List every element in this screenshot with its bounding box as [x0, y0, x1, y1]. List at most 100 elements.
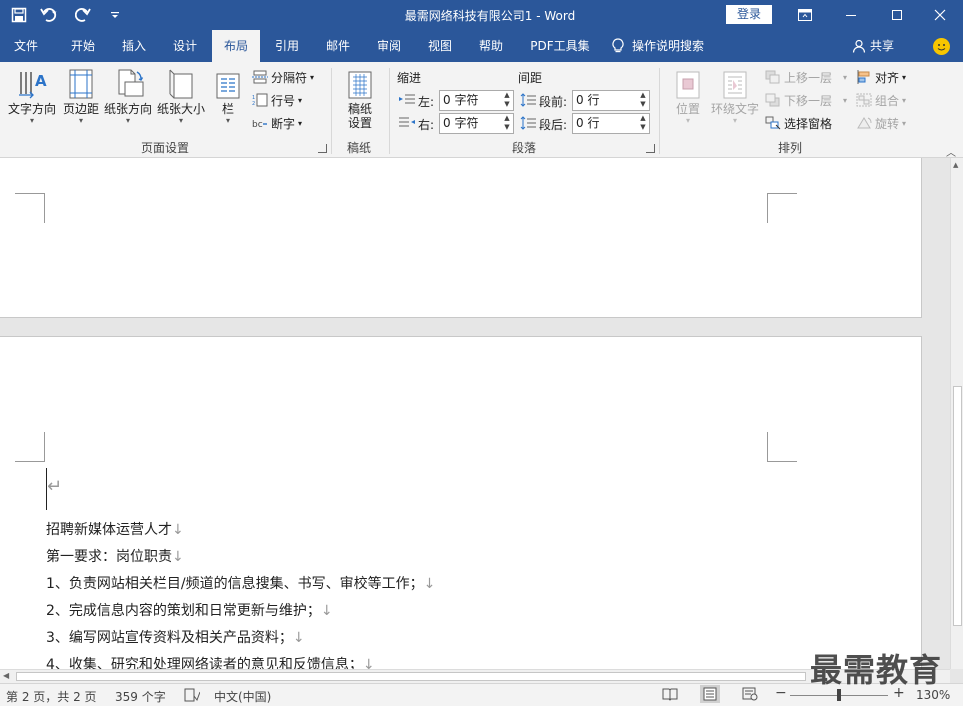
- spacing-after-input[interactable]: 0 行 ▲ ▼: [572, 113, 650, 134]
- doc-line[interactable]: 招聘新媒体运营人才↓: [46, 519, 184, 539]
- paragraph-launcher-icon[interactable]: [646, 144, 655, 153]
- login-button[interactable]: 登录: [726, 5, 772, 24]
- word-count[interactable]: 359 个字: [115, 688, 166, 705]
- margins-button[interactable]: 页边距 ▾: [56, 66, 106, 126]
- spacing-before-input[interactable]: 0 行 ▲ ▼: [572, 90, 650, 111]
- wrap-text-icon: [720, 68, 750, 100]
- doc-line[interactable]: 3、编写网站宣传资料及相关产品资料；↓: [46, 627, 305, 647]
- spacing-before-spinner[interactable]: ▲ ▼: [638, 91, 648, 110]
- paragraph-mark: ↓: [423, 576, 436, 592]
- tell-me-search[interactable]: 操作说明搜索: [612, 30, 724, 62]
- tab-design[interactable]: 设计: [161, 30, 209, 62]
- customize-qat-icon[interactable]: [102, 2, 128, 28]
- wrap-text-button[interactable]: 环绕文字 ▾: [708, 66, 762, 126]
- paper-size-button[interactable]: 纸张大小 ▾: [153, 66, 209, 126]
- breaks-label: 分隔符: [271, 70, 308, 85]
- share-button[interactable]: 共享: [852, 30, 894, 62]
- columns-icon: [213, 68, 243, 100]
- page-count[interactable]: 第 2 页，共 2 页: [6, 688, 97, 705]
- indent-left-label: 左:: [418, 95, 435, 109]
- horizontal-scrollbar[interactable]: ◀: [0, 669, 950, 683]
- doc-line[interactable]: 1、负责网站相关栏目/频道的信息搜集、书写、审校等工作；↓: [46, 573, 435, 593]
- rotate-button[interactable]: 旋转 ▾: [856, 113, 906, 133]
- breaks-button[interactable]: 分隔符 ▾: [252, 67, 314, 87]
- indent-left-input[interactable]: 0 字符 ▲ ▼: [439, 90, 514, 111]
- hyphenation-button[interactable]: bc 断字 ▾: [252, 113, 302, 133]
- proofing-icon[interactable]: [184, 688, 201, 705]
- align-icon: [856, 70, 872, 84]
- tab-references[interactable]: 引用: [263, 30, 311, 62]
- doc-line[interactable]: 2、完成信息内容的策划和日常更新与维护；↓: [46, 600, 333, 620]
- maximize-icon[interactable]: [874, 0, 920, 30]
- bring-forward-button[interactable]: 上移一层 ▾: [765, 67, 847, 87]
- group-button[interactable]: 组合 ▾: [856, 90, 906, 110]
- columns-button[interactable]: 栏 ▾: [208, 66, 248, 126]
- tab-home[interactable]: 开始: [57, 30, 109, 62]
- page-setup-launcher-icon[interactable]: [318, 144, 327, 153]
- crop-mark-top-left: [15, 432, 45, 462]
- breaks-icon: [252, 70, 268, 84]
- tab-review[interactable]: 审阅: [365, 30, 413, 62]
- draft-paper-group-label: 稿纸: [346, 141, 371, 155]
- horizontal-scroll-thumb[interactable]: [16, 672, 806, 681]
- tab-help[interactable]: 帮助: [467, 30, 515, 62]
- tab-view[interactable]: 视图: [416, 30, 464, 62]
- align-button[interactable]: 对齐 ▾: [856, 67, 906, 87]
- selection-pane-label: 选择窗格: [784, 116, 833, 131]
- doc-line[interactable]: 第一要求：岗位职责↓: [46, 546, 184, 566]
- language[interactable]: 中文(中国): [214, 688, 271, 705]
- redo-icon[interactable]: [70, 2, 96, 28]
- minimize-icon[interactable]: [828, 0, 874, 30]
- position-button[interactable]: 位置 ▾: [664, 66, 712, 126]
- paragraph-mark: ↓: [172, 549, 184, 565]
- send-backward-button[interactable]: 下移一层 ▾: [765, 90, 847, 110]
- ribbon-display-options-icon[interactable]: [782, 0, 828, 30]
- scroll-left-arrow-icon[interactable]: ◀: [3, 671, 9, 680]
- selection-pane-button[interactable]: 选择窗格: [765, 113, 832, 133]
- vertical-scroll-thumb[interactable]: [953, 386, 962, 626]
- paper-size-label: 纸张大小: [156, 102, 205, 116]
- print-layout-icon[interactable]: [700, 685, 720, 703]
- text-direction-label: 文字方向: [7, 102, 56, 116]
- close-icon[interactable]: [917, 0, 963, 30]
- svg-text:2: 2: [252, 101, 255, 107]
- tab-pdf-tools[interactable]: PDF工具集: [520, 30, 600, 62]
- tab-mailings[interactable]: 邮件: [314, 30, 362, 62]
- tab-layout[interactable]: 布局: [212, 30, 260, 62]
- tab-file[interactable]: 文件: [3, 30, 49, 62]
- web-layout-icon[interactable]: [742, 687, 758, 704]
- scroll-up-arrow-icon[interactable]: ▲: [953, 161, 958, 169]
- doc-line-text: 2、完成信息内容的策划和日常更新与维护；: [46, 603, 321, 619]
- doc-line-text: 招聘新媒体运营人才: [46, 522, 172, 538]
- text-direction-button[interactable]: A 文字方向 ▾: [4, 66, 60, 126]
- zoom-out-icon[interactable]: −: [775, 685, 787, 701]
- undo-icon[interactable]: [38, 2, 64, 28]
- ribbon: A 文字方向 ▾ 页边距 ▾ 纸张方向 ▾ 纸张大小 ▾ 栏 ▾ 分隔符 ▾ 1…: [0, 62, 963, 159]
- indent-right-spinner[interactable]: ▲ ▼: [502, 114, 512, 133]
- columns-label: 栏: [221, 102, 234, 116]
- share-label: 共享: [870, 39, 895, 53]
- collapse-ribbon-icon[interactable]: ︿: [946, 144, 956, 159]
- spacing-before-label: 段前:: [539, 95, 568, 109]
- spacing-before-icon: [520, 93, 536, 107]
- page-1: [0, 158, 922, 318]
- indent-title: 缩进: [397, 71, 422, 85]
- orientation-button[interactable]: 纸张方向 ▾: [101, 66, 155, 126]
- draft-paper-setup-button[interactable]: 稿纸 设置: [335, 66, 385, 130]
- send-backward-label: 下移一层: [784, 93, 833, 108]
- doc-line[interactable]: 4、收集、研究和处理网络读者的意见和反馈信息；↓: [46, 654, 375, 669]
- vertical-scrollbar[interactable]: ▲: [950, 158, 963, 669]
- indent-right-input[interactable]: 0 字符 ▲ ▼: [439, 113, 514, 134]
- line-numbers-button[interactable]: 12 行号 ▾: [252, 90, 302, 110]
- save-icon[interactable]: [6, 2, 32, 28]
- feedback-smiley-icon[interactable]: [933, 38, 950, 55]
- read-mode-icon[interactable]: [662, 687, 678, 704]
- crop-mark-top-right: [767, 432, 797, 462]
- bring-forward-icon: [765, 70, 781, 84]
- draft-paper-icon: [345, 68, 375, 100]
- return-mark: ↵: [47, 476, 63, 497]
- hyphenation-icon: bc: [252, 116, 268, 130]
- spacing-after-spinner[interactable]: ▲ ▼: [638, 114, 648, 133]
- indent-left-spinner[interactable]: ▲ ▼: [502, 91, 512, 110]
- tab-insert[interactable]: 插入: [109, 30, 159, 62]
